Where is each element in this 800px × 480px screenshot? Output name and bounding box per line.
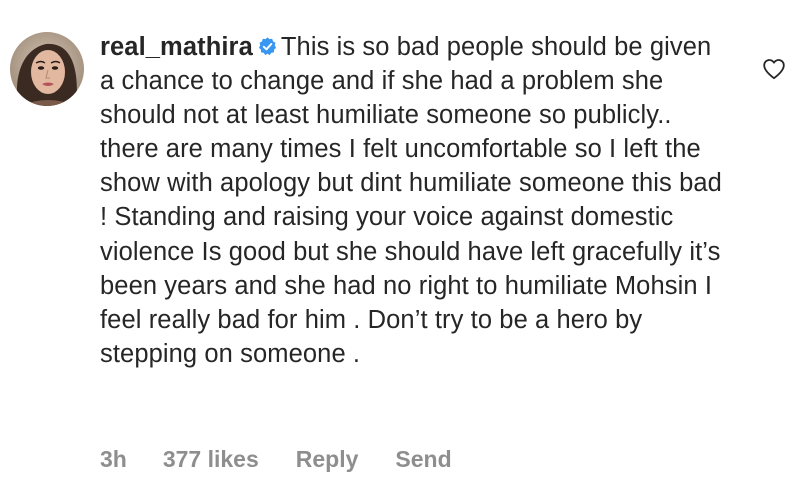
like-button[interactable]: [762, 58, 786, 80]
timestamp: 3h: [100, 446, 127, 472]
comment-body: real_mathira This is so bad people should…: [100, 30, 728, 371]
comment-card: real_mathira This is so bad people should…: [0, 0, 800, 480]
username-link[interactable]: real_mathira: [100, 33, 253, 61]
send-button[interactable]: Send: [395, 446, 451, 473]
likes-count-button[interactable]: 377 likes: [163, 446, 259, 473]
verified-badge-icon: [257, 32, 278, 56]
reply-button[interactable]: Reply: [296, 446, 359, 473]
profile-photo: [10, 32, 84, 106]
avatar[interactable]: [10, 32, 84, 106]
comment-meta: 3h 377 likes Reply Send: [100, 446, 452, 473]
heart-outline-icon: [763, 59, 785, 80]
comment-text: This is so bad people should be given a …: [100, 33, 722, 368]
